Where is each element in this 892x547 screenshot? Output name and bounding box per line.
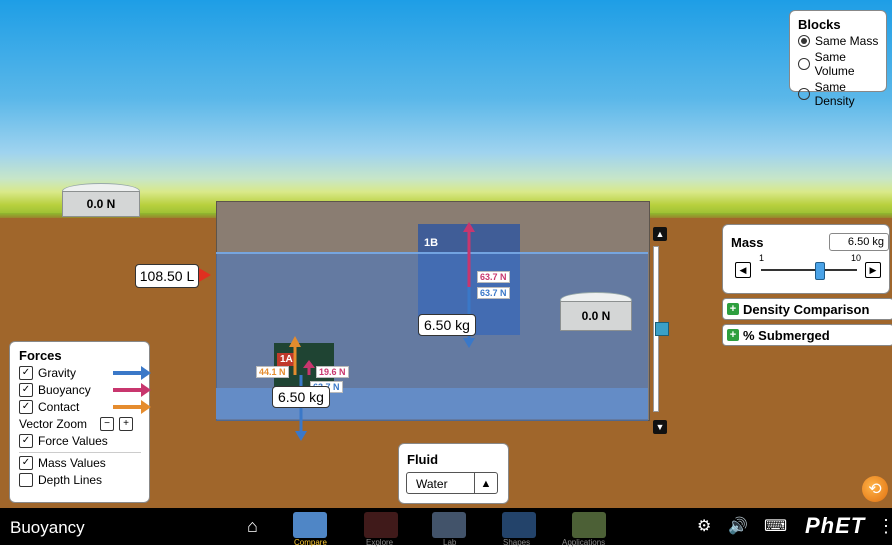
mass-values-checkbox-row[interactable]: ✓ Mass Values (19, 456, 149, 470)
applications-screen-icon[interactable] (572, 512, 606, 538)
mass-panel-title: Mass (731, 235, 764, 250)
tab-compare[interactable]: Compare (294, 538, 327, 547)
buoyancy-arrowhead-1b (463, 222, 475, 232)
checkbox-label: Gravity (38, 366, 77, 380)
pool-lower-button[interactable]: ▼ (653, 420, 667, 434)
expand-icon[interactable]: + (727, 329, 739, 341)
fluid-panel: Fluid Water ▲ (398, 443, 509, 504)
fluid-level-pointer (199, 268, 211, 282)
checkbox-checked-icon[interactable]: ✓ (19, 366, 33, 380)
buoyancy-arrow-icon (113, 383, 151, 397)
buoyancy-arrowhead-1a (303, 360, 315, 368)
checkbox-checked-icon[interactable]: ✓ (19, 383, 33, 397)
shapes-screen-icon[interactable] (502, 512, 536, 538)
blocks-panel: Blocks Same Mass Same Volume Same Densit… (789, 10, 887, 108)
blocks-panel-title: Blocks (798, 17, 841, 32)
zoom-in-button[interactable]: + (119, 417, 134, 431)
tab-applications[interactable]: Applications (562, 538, 605, 547)
gravity-value-1b: 63.7 N (477, 287, 510, 299)
lab-screen-icon[interactable] (432, 512, 466, 538)
radio-label: Same Density (814, 80, 855, 108)
mass-slider-thumb[interactable] (814, 262, 825, 280)
radio-label: Same Volume (814, 50, 855, 78)
tab-shapes[interactable]: Shapes (503, 538, 530, 547)
density-comparison-accordion[interactable]: + Density Comparison (722, 298, 892, 320)
force-values-checkbox-row[interactable]: ✓ Force Values (19, 434, 149, 448)
dropdown-arrow-icon[interactable]: ▲ (474, 473, 497, 493)
gravity-arrow-icon (113, 366, 151, 380)
slider-max-label: 10 (851, 253, 862, 263)
checkbox-label: Depth Lines (38, 473, 103, 487)
compare-screen-icon[interactable] (293, 512, 327, 538)
speaker-icon[interactable]: 🔊 (728, 516, 748, 536)
gravity-arrowhead-1a (295, 431, 307, 441)
contact-checkbox-row[interactable]: ✓ Contact (19, 400, 151, 414)
radio-indicator[interactable] (798, 58, 810, 70)
checkbox-label: Contact (38, 400, 80, 414)
more-menu-icon[interactable]: ⋮ (877, 516, 892, 537)
tab-explore[interactable]: Explore (366, 538, 393, 547)
pool-level-handle[interactable] (655, 322, 669, 336)
checkbox-checked-icon[interactable]: ✓ (19, 456, 33, 470)
mass-slider-track[interactable] (761, 269, 857, 271)
zoom-out-button[interactable]: − (100, 417, 115, 431)
mass-decrement-button[interactable]: ◀ (735, 262, 751, 278)
contact-arrowhead-1a (289, 336, 301, 347)
contact-value-1a: 44.1 N (256, 366, 289, 378)
accordion-label: % Submerged (743, 327, 830, 343)
phet-logo[interactable]: PhET (805, 513, 865, 539)
buoyancy-checkbox-row[interactable]: ✓ Buoyancy (19, 383, 151, 397)
sim-title: Buoyancy (10, 518, 85, 537)
forces-panel-title: Forces (19, 348, 62, 363)
mass-value-1b: 6.50 kg (418, 314, 476, 336)
mass-value-field: 6.50 kg (829, 233, 889, 251)
fluid-volume-readout: 108.50 L (135, 264, 199, 288)
navigation-bar: Buoyancy ⌂ Compare Explore Lab Shapes Ap… (0, 508, 892, 547)
fluid-selected-label: Water (416, 477, 448, 491)
percent-submerged-accordion[interactable]: + % Submerged (722, 324, 892, 346)
radio-same-density[interactable]: Same Density (798, 80, 886, 108)
checkbox-label: Mass Values (38, 456, 106, 470)
checkbox-unchecked-icon[interactable] (19, 473, 33, 487)
pool-raise-button[interactable]: ▲ (653, 227, 667, 241)
vector-zoom-label: Vector Zoom (19, 417, 88, 431)
explore-screen-icon[interactable] (364, 512, 398, 538)
reset-all-icon[interactable]: ⟲ (862, 476, 888, 502)
gear-icon[interactable]: ⚙ (697, 516, 711, 536)
radio-same-volume[interactable]: Same Volume (798, 50, 886, 78)
slider-min-label: 1 (759, 253, 765, 263)
forces-panel: Forces ✓ Gravity ✓ Buoyancy ✓ Contact Ve… (9, 341, 151, 503)
checkbox-label: Force Values (38, 434, 108, 448)
radio-label: Same Mass (815, 34, 879, 48)
checkbox-checked-icon[interactable]: ✓ (19, 434, 33, 448)
vector-zoom-row: Vector Zoom − + (19, 417, 149, 431)
buoyancy-value-1a: 19.6 N (316, 366, 349, 378)
contact-arrow-icon (113, 400, 151, 414)
tab-lab[interactable]: Lab (443, 538, 456, 547)
mass-value-1a: 6.50 kg (272, 386, 330, 408)
radio-same-mass[interactable]: Same Mass (798, 34, 886, 48)
buoyancy-value-1b: 63.7 N (477, 271, 510, 283)
accordion-label: Density Comparison (743, 301, 870, 317)
gravity-arrowhead-1b (463, 338, 475, 348)
mass-increment-button[interactable]: ▶ (865, 262, 881, 278)
radio-indicator[interactable] (798, 88, 810, 100)
mass-panel: Mass 6.50 kg ◀ 1 10 ▶ (722, 224, 890, 294)
checkbox-checked-icon[interactable]: ✓ (19, 400, 33, 414)
fluid-select[interactable]: Water ▲ (406, 472, 498, 494)
keyboard-icon[interactable]: ⌨ (764, 516, 787, 536)
gravity-checkbox-row[interactable]: ✓ Gravity (19, 366, 151, 380)
checkbox-label: Buoyancy (38, 383, 91, 397)
fluid-panel-title: Fluid (407, 452, 439, 467)
divider (19, 452, 141, 453)
home-icon[interactable]: ⌂ (247, 516, 258, 537)
expand-icon[interactable]: + (727, 303, 739, 315)
radio-indicator[interactable] (798, 35, 810, 47)
depth-lines-checkbox-row[interactable]: Depth Lines (19, 473, 149, 487)
